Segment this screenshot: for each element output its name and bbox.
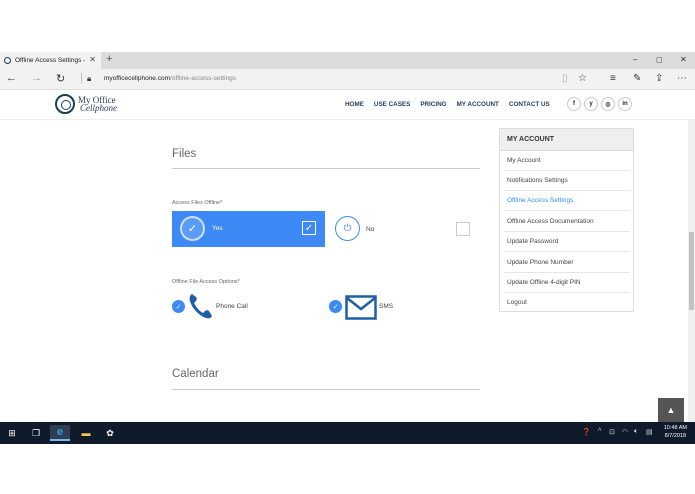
menu-logout[interactable]: Logout <box>507 299 527 306</box>
system-clock[interactable]: 10:48 AM 8/7/2018 <box>664 424 687 440</box>
scrollbar-thumb[interactable] <box>689 232 694 310</box>
nav-home[interactable]: HOME <box>345 101 364 108</box>
help-icon[interactable]: ❓ <box>582 428 591 436</box>
file-access-options-label: Offline File Access Options* <box>172 279 240 285</box>
windows-taskbar: ⊞ ❐ e ▬ ✿ ❓ ^ ⊡ ◠ 🔈︎ ▤ 10:48 AM 8/7/2018 <box>0 422 695 444</box>
clock-time: 10:48 AM <box>663 425 687 431</box>
url-domain: myofficecellphone.com <box>104 75 170 82</box>
account-menu: MY ACCOUNT My Account Notifications Sett… <box>499 128 634 312</box>
twitter-icon[interactable]: y <box>584 97 598 111</box>
restore-button[interactable]: ◻ <box>656 55 663 64</box>
clock-date: 8/7/2018 <box>664 433 687 439</box>
more-icon[interactable]: ⋯ <box>677 73 687 84</box>
wifi-icon[interactable]: ◠ <box>622 428 628 436</box>
edge-browser-icon[interactable]: e <box>50 425 70 441</box>
facebook-icon[interactable]: f <box>567 97 581 111</box>
menu-my-account[interactable]: My Account <box>507 157 541 164</box>
url-path: /offline-access-settings <box>170 75 236 82</box>
phone-option-checkbox[interactable]: ✓ <box>172 300 185 313</box>
nav-my-account[interactable]: MY ACCOUNT <box>457 101 499 108</box>
sms-label: SMS <box>379 303 394 310</box>
envelope-icon[interactable] <box>345 295 377 320</box>
nav-use-cases[interactable]: USE CASES <box>374 101 410 108</box>
share-icon[interactable]: ⇪ <box>655 73 663 84</box>
tab-close-icon[interactable]: ✕ <box>89 55 96 64</box>
menu-divider <box>504 292 630 293</box>
browser-tab[interactable]: Offline Access Settings - ✕ <box>0 52 101 69</box>
new-tab-button[interactable]: + <box>106 53 112 65</box>
app-icon[interactable]: ✿ <box>100 425 120 441</box>
menu-offline-access-documentation[interactable]: Offline Access Documentation <box>507 218 594 225</box>
logo-icon <box>55 94 75 114</box>
menu-notifications-settings[interactable]: Notifications Settings <box>507 177 568 184</box>
calendar-section-title: Calendar <box>172 368 219 380</box>
linkedin-icon[interactable]: in <box>618 97 632 111</box>
main-nav: HOME USE CASES PRICING MY ACCOUNT CONTAC… <box>345 101 550 108</box>
account-menu-heading: MY ACCOUNT <box>500 129 633 151</box>
refresh-icon[interactable]: ↻ <box>56 72 65 85</box>
menu-update-phone-number[interactable]: Update Phone Number <box>507 259 574 266</box>
task-view-icon[interactable]: ❐ <box>26 425 46 441</box>
lock-icon: 🔒︎ <box>87 74 92 83</box>
tab-title: Offline Access Settings - <box>15 57 86 64</box>
option-no-label[interactable]: No <box>366 226 374 233</box>
site-header: My Office Cellphone HOME USE CASES PRICI… <box>0 90 695 120</box>
tray-chevron-icon[interactable]: ^ <box>598 428 601 435</box>
yes-checkbox[interactable]: ✓ <box>302 221 316 235</box>
calendar-divider <box>172 389 480 390</box>
back-arrow-icon[interactable]: ← <box>6 72 17 84</box>
menu-divider <box>504 272 630 273</box>
notification-icon[interactable]: ▤ <box>646 428 653 436</box>
files-divider <box>172 168 480 169</box>
nav-contact-us[interactable]: CONTACT US <box>509 101 550 108</box>
favorite-star-icon[interactable]: ☆ <box>578 73 587 84</box>
site-logo[interactable]: My Office Cellphone <box>55 94 117 114</box>
phone-icon[interactable] <box>188 292 214 320</box>
separator: | <box>80 72 83 84</box>
hub-icon[interactable]: ≡ <box>610 73 616 84</box>
scroll-to-top-button[interactable]: ▲ <box>658 398 684 422</box>
web-note-icon[interactable]: ✎ <box>633 73 641 84</box>
forward-arrow-icon[interactable]: → <box>31 72 42 84</box>
close-window-button[interactable]: ✕ <box>680 55 687 64</box>
phone-call-label: Phone Call <box>216 303 248 310</box>
windows-start-icon[interactable]: ⊞ <box>2 425 22 441</box>
menu-divider <box>504 190 630 191</box>
power-icon[interactable]: ⏻ <box>335 216 360 241</box>
volume-icon[interactable]: 🔈︎ <box>634 428 638 436</box>
url-field[interactable]: myofficecellphone.com/offline-access-set… <box>104 75 236 82</box>
file-explorer-icon[interactable]: ▬ <box>76 425 96 441</box>
option-yes-label: Yes <box>212 225 223 232</box>
network-icon[interactable]: ⊡ <box>609 428 615 436</box>
menu-divider <box>504 210 630 211</box>
minimize-button[interactable]: – <box>633 55 637 64</box>
no-checkbox[interactable] <box>456 222 470 236</box>
logo-text: My Office Cellphone <box>78 95 117 113</box>
browser-tab-bar: Offline Access Settings - ✕ + – ◻ ✕ <box>0 52 695 69</box>
access-files-label: Access Files Offline* <box>172 200 223 206</box>
menu-divider <box>504 170 630 171</box>
screen: Offline Access Settings - ✕ + – ◻ ✕ ← → … <box>0 0 695 494</box>
menu-divider <box>504 251 630 252</box>
instagram-icon[interactable]: ◎ <box>601 97 615 111</box>
option-yes[interactable]: ✓ Yes ✓ <box>172 211 325 247</box>
menu-update-offline-pin[interactable]: Update Offline 4-digit PIN <box>507 279 581 286</box>
site-favicon-icon <box>4 57 11 64</box>
address-bar-row: ← → ↻ | 🔒︎ myofficecellphone.com/offline… <box>0 69 695 90</box>
files-section-title: Files <box>172 148 197 160</box>
menu-update-password[interactable]: Update Password <box>507 238 558 245</box>
nav-pricing[interactable]: PRICING <box>420 101 446 108</box>
menu-offline-access-settings[interactable]: Offline Access Settings <box>507 197 573 204</box>
check-circle-icon: ✓ <box>180 216 205 241</box>
sms-option-checkbox[interactable]: ✓ <box>329 300 342 313</box>
menu-divider <box>504 231 630 232</box>
reading-view-icon[interactable]: ▯ <box>562 73 568 84</box>
bottom-area <box>0 444 695 494</box>
